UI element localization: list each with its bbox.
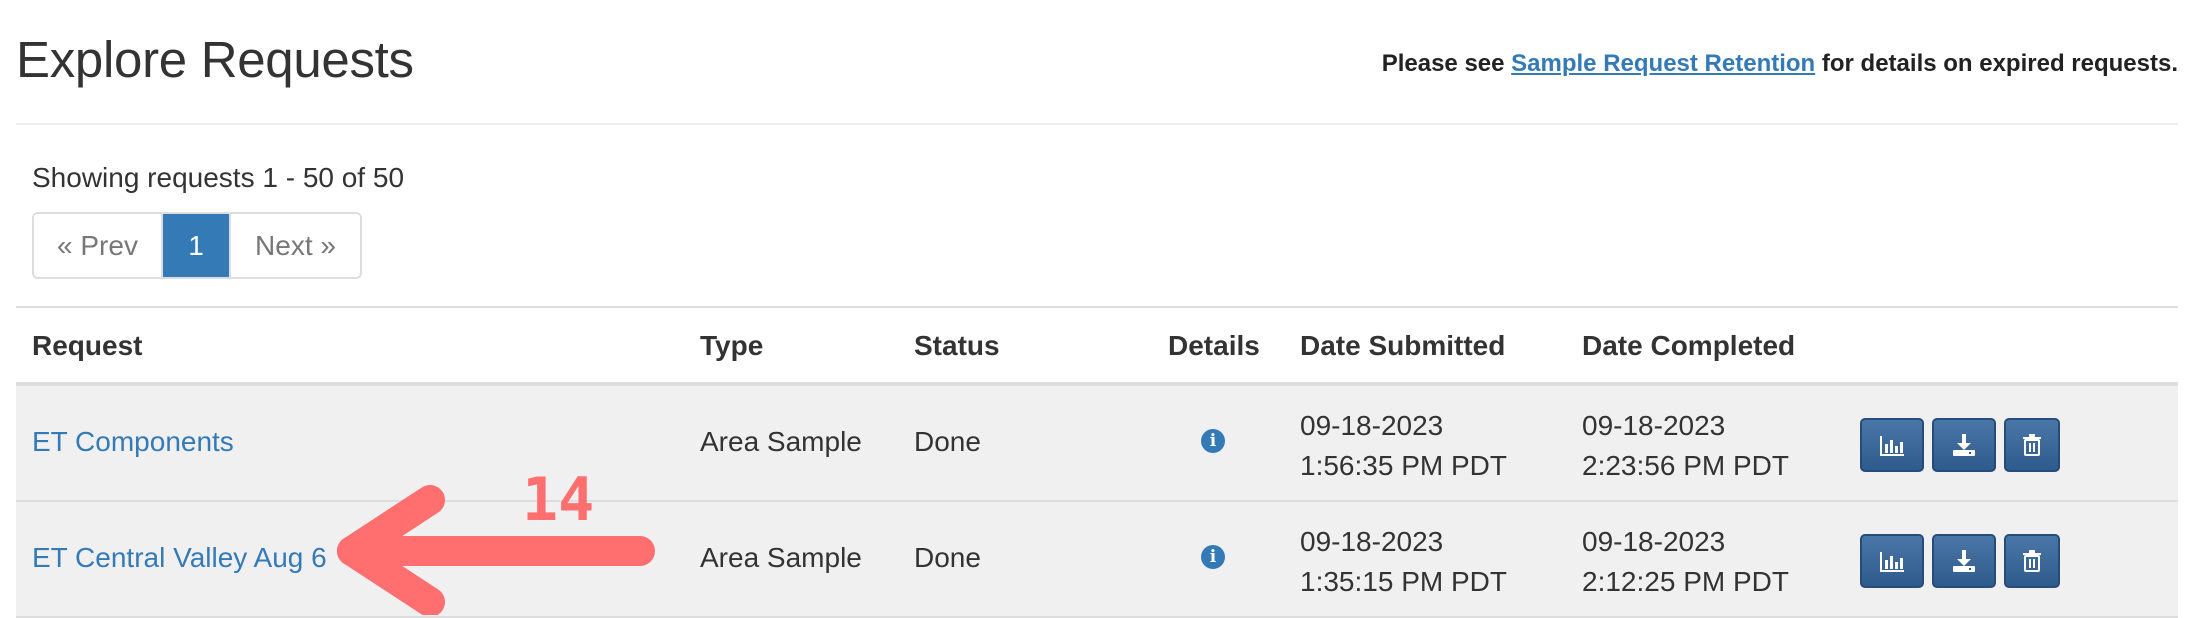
table-header: Request Type Status Details Date Submitt…: [16, 308, 2178, 386]
row-actions: [1860, 534, 2060, 588]
submitted-date: 09-18-2023: [1300, 526, 1444, 557]
submitted-time: 1:35:15 PM PDT: [1300, 566, 1507, 597]
page-1-button[interactable]: 1: [163, 214, 229, 277]
prev-page-button[interactable]: « Prev: [34, 214, 163, 277]
column-header-request: Request: [32, 330, 143, 361]
view-chart-button[interactable]: [1860, 418, 1924, 472]
download-icon: [1953, 550, 1975, 572]
download-button[interactable]: [1932, 418, 1996, 472]
retention-note: Please see Sample Request Retention for …: [1382, 50, 2178, 78]
table-row: ET Central Valley Aug 6 Area Sample Done…: [16, 502, 2178, 618]
info-icon[interactable]: i: [1201, 429, 1225, 453]
date-submitted: 09-18-2023 1:35:15 PM PDT: [1300, 522, 1507, 602]
requests-table: Request Type Status Details Date Submitt…: [16, 306, 2178, 618]
download-button[interactable]: [1932, 534, 1996, 588]
column-header-status: Status: [914, 330, 1000, 361]
bar-chart-icon: [1880, 552, 1904, 572]
column-header-type: Type: [700, 330, 764, 361]
info-icon[interactable]: i: [1201, 545, 1225, 569]
view-chart-button[interactable]: [1860, 534, 1924, 588]
delete-button[interactable]: [2004, 418, 2060, 472]
retention-link[interactable]: Sample Request Retention: [1511, 50, 1815, 77]
column-header-date-submitted: Date Submitted: [1300, 330, 1506, 361]
page: Explore Requests Please see Sample Reque…: [16, 0, 2178, 618]
note-suffix: for details on expired requests.: [1821, 50, 2178, 77]
completed-time: 2:12:25 PM PDT: [1582, 566, 1789, 597]
trash-icon: [2023, 550, 2041, 572]
bar-chart-icon: [1880, 436, 1904, 456]
next-page-button[interactable]: Next »: [229, 214, 360, 277]
note-prefix: Please see: [1381, 50, 1505, 77]
download-icon: [1953, 434, 1975, 456]
delete-button[interactable]: [2004, 534, 2060, 588]
date-completed: 09-18-2023 2:12:25 PM PDT: [1582, 522, 1789, 602]
showing-count: Showing requests 1 - 50 of 50: [32, 162, 405, 193]
submitted-time: 1:56:35 PM PDT: [1300, 450, 1507, 481]
completed-time: 2:23:56 PM PDT: [1582, 450, 1789, 481]
row-actions: [1860, 418, 2060, 472]
completed-date: 09-18-2023: [1582, 410, 1726, 441]
table-row: ET Components Area Sample Done i 09-18-2…: [16, 386, 2178, 502]
trash-icon: [2023, 434, 2041, 456]
request-link[interactable]: ET Components: [32, 426, 234, 458]
column-header-details: Details: [1168, 330, 1260, 361]
date-completed: 09-18-2023 2:23:56 PM PDT: [1582, 406, 1789, 486]
page-title: Explore Requests: [16, 31, 414, 88]
column-header-date-completed: Date Completed: [1582, 330, 1796, 361]
submitted-date: 09-18-2023: [1300, 410, 1444, 441]
request-status: Done: [914, 542, 981, 573]
request-status: Done: [914, 426, 981, 457]
completed-date: 09-18-2023: [1582, 526, 1726, 557]
request-type: Area Sample: [700, 426, 862, 457]
date-submitted: 09-18-2023 1:56:35 PM PDT: [1300, 406, 1507, 486]
pagination: « Prev 1 Next »: [32, 212, 362, 279]
page-header: Explore Requests Please see Sample Reque…: [16, 0, 2178, 125]
request-link[interactable]: ET Central Valley Aug 6: [32, 542, 327, 574]
request-type: Area Sample: [700, 542, 862, 573]
